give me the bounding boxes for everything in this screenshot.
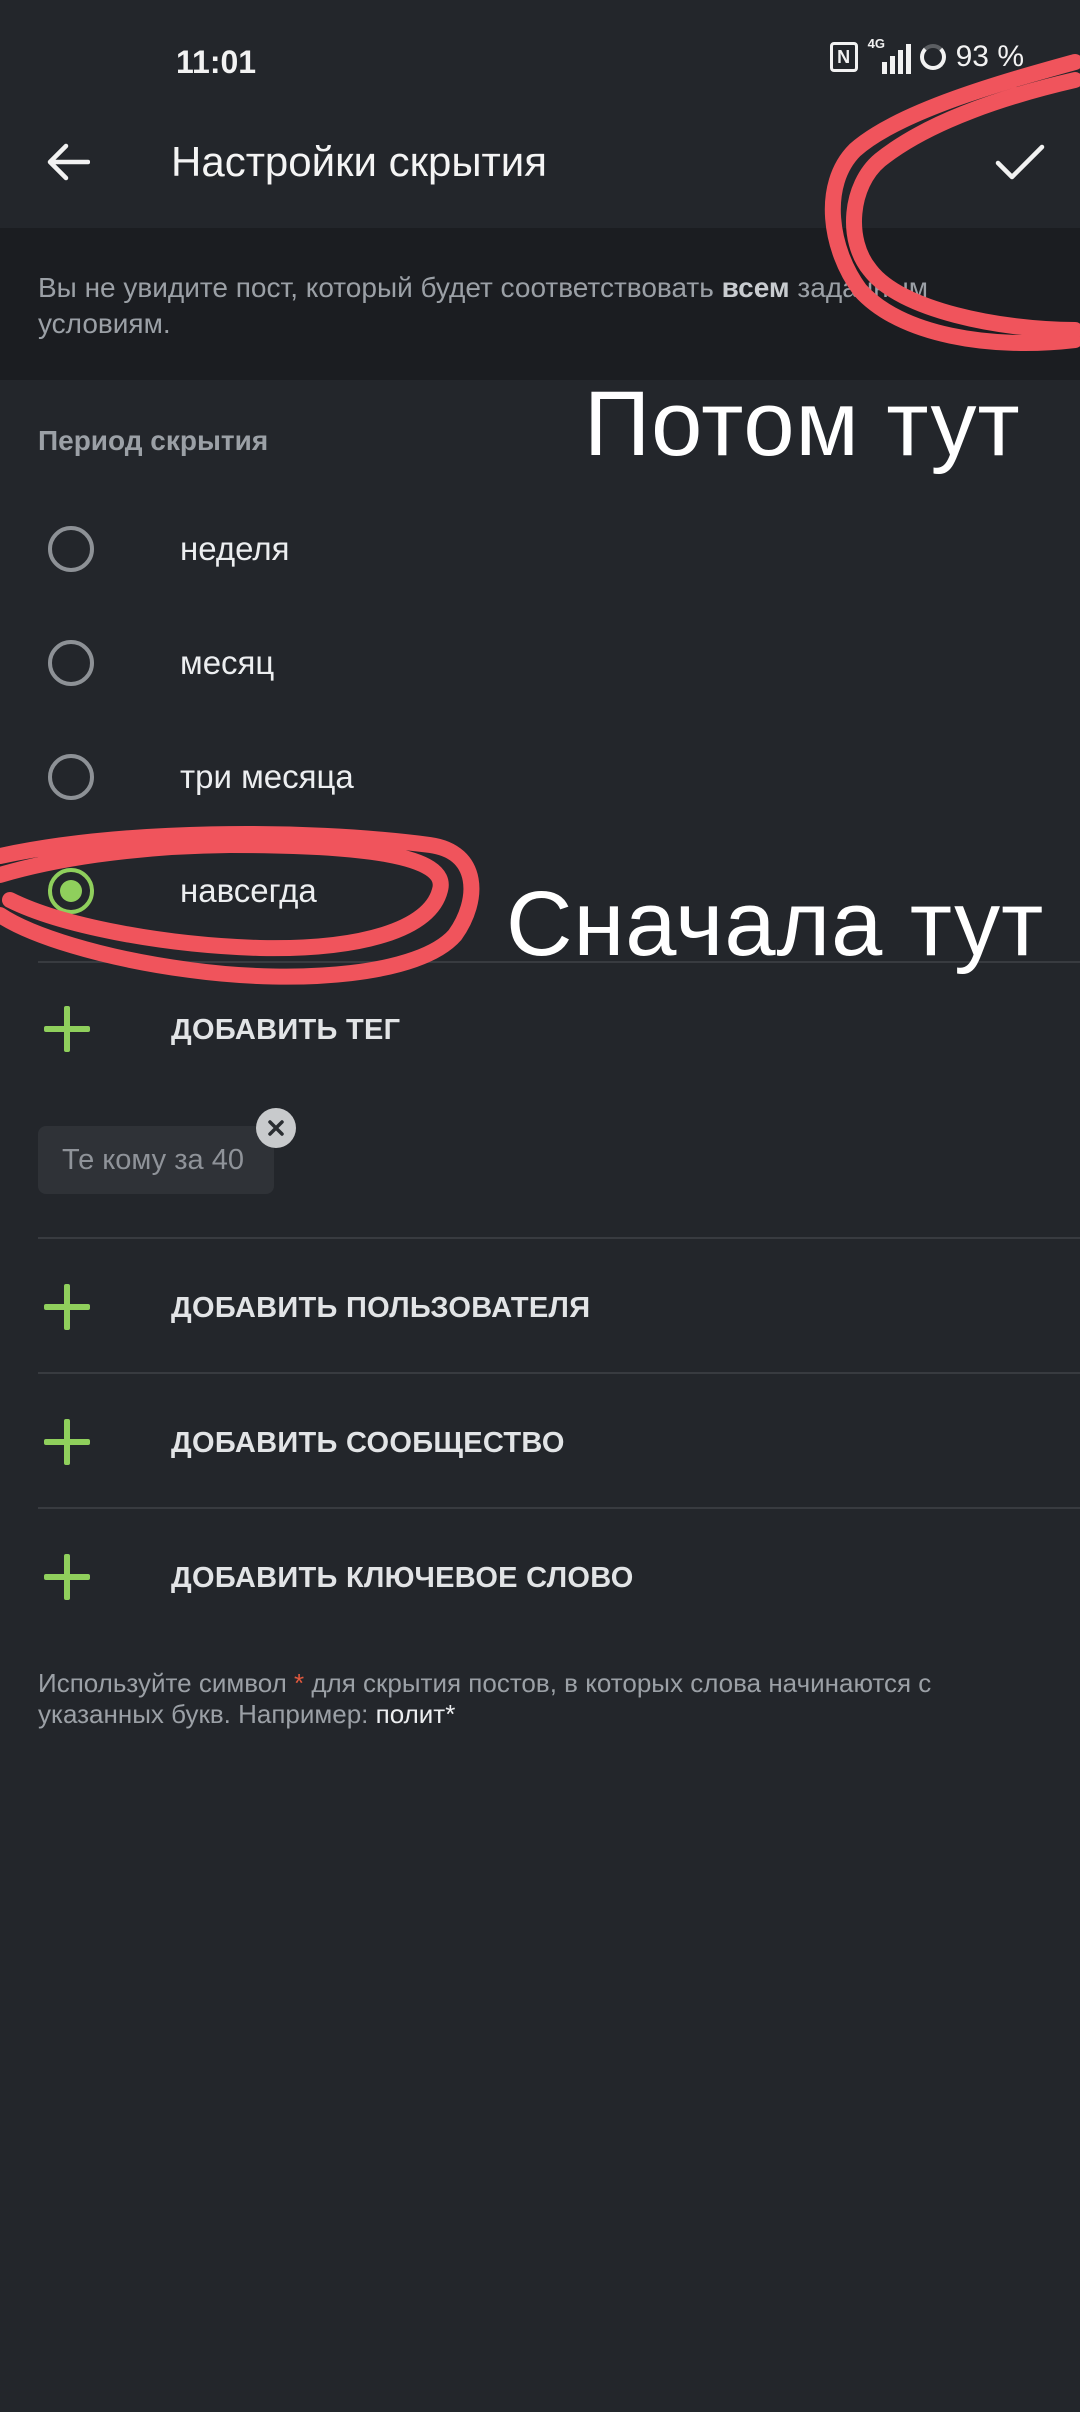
status-time: 11:01: [176, 44, 257, 80]
check-icon: [995, 144, 1045, 180]
radio-button[interactable]: [48, 754, 94, 800]
radio-button[interactable]: [48, 640, 94, 686]
radio-label: три месяца: [180, 758, 354, 795]
radio-button-checked[interactable]: [48, 868, 94, 914]
add-tag-label: ДОБАВИТЬ ТЕГ: [171, 1014, 401, 1046]
plus-icon: [44, 1284, 90, 1330]
radio-option-week[interactable]: неделя: [0, 496, 1080, 606]
info-banner: Вы не увидите пост, который будет соотве…: [0, 228, 1080, 380]
app-bar: Настройки скрытия: [0, 100, 1080, 228]
radio-option-three-months[interactable]: три месяца: [0, 724, 1080, 834]
tag-chip: Те кому за 40: [38, 1126, 274, 1194]
battery-icon: [919, 44, 946, 70]
radio-label: месяц: [180, 644, 275, 681]
status-icons: N 4G 93 %: [829, 36, 1024, 74]
annotation-then: Потом тут: [584, 373, 1021, 475]
arrow-left-icon: [47, 143, 90, 181]
close-icon: [268, 1120, 284, 1136]
radio-label: навсегда: [180, 872, 317, 909]
radio-option-month[interactable]: месяц: [0, 610, 1080, 720]
add-community-button[interactable]: ДОБАВИТЬ СООБЩЕСТВО: [0, 1381, 1080, 1501]
radio-label: неделя: [180, 530, 290, 567]
add-keyword-label: ДОБАВИТЬ КЛЮЧЕВОЕ СЛОВО: [171, 1562, 634, 1594]
annotation-first: Сначала тут: [506, 873, 1045, 975]
network-type: 4G: [867, 36, 885, 51]
divider: [38, 1372, 1080, 1374]
save-button[interactable]: [980, 122, 1060, 202]
hint-text: Используйте символ * для скрытия постов,…: [38, 1668, 932, 1729]
add-user-label: ДОБАВИТЬ ПОЛЬЗОВАТЕЛЯ: [171, 1292, 591, 1324]
add-tag-button[interactable]: ДОБАВИТЬ ТЕГ: [0, 968, 1080, 1088]
period-section-label: Период скрытия: [38, 425, 269, 456]
add-user-button[interactable]: ДОБАВИТЬ ПОЛЬЗОВАТЕЛЯ: [0, 1246, 1080, 1366]
divider: [38, 1507, 1080, 1509]
add-community-label: ДОБАВИТЬ СООБЩЕСТВО: [171, 1427, 565, 1459]
info-text: Вы не увидите пост, который будет соотве…: [38, 272, 929, 339]
signal-icon: 4G: [868, 36, 911, 74]
tag-remove-button[interactable]: [256, 1108, 296, 1148]
plus-icon: [44, 1006, 90, 1052]
nfc-icon: N: [829, 42, 858, 72]
plus-icon: [44, 1554, 90, 1600]
back-button[interactable]: [28, 122, 108, 202]
plus-icon: [44, 1419, 90, 1465]
tag-chip-label: Те кому за 40: [62, 1144, 244, 1176]
radio-button[interactable]: [48, 526, 94, 572]
divider: [38, 1237, 1080, 1239]
battery-level: 93 %: [955, 40, 1024, 73]
add-keyword-button[interactable]: ДОБАВИТЬ КЛЮЧЕВОЕ СЛОВО: [0, 1516, 1080, 1636]
page-title: Настройки скрытия: [171, 138, 547, 185]
